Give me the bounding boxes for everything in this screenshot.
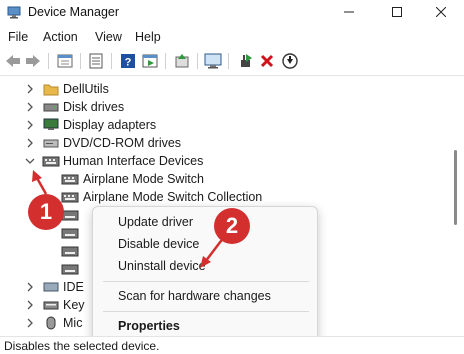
annotation-badge-2: 2 [214, 208, 250, 244]
status-text: Disables the selected device. [4, 339, 160, 353]
status-bar: Disables the selected device. [0, 336, 464, 354]
annotation-badge-1: 1 [28, 194, 64, 230]
annotation-arrows [32, 170, 225, 268]
